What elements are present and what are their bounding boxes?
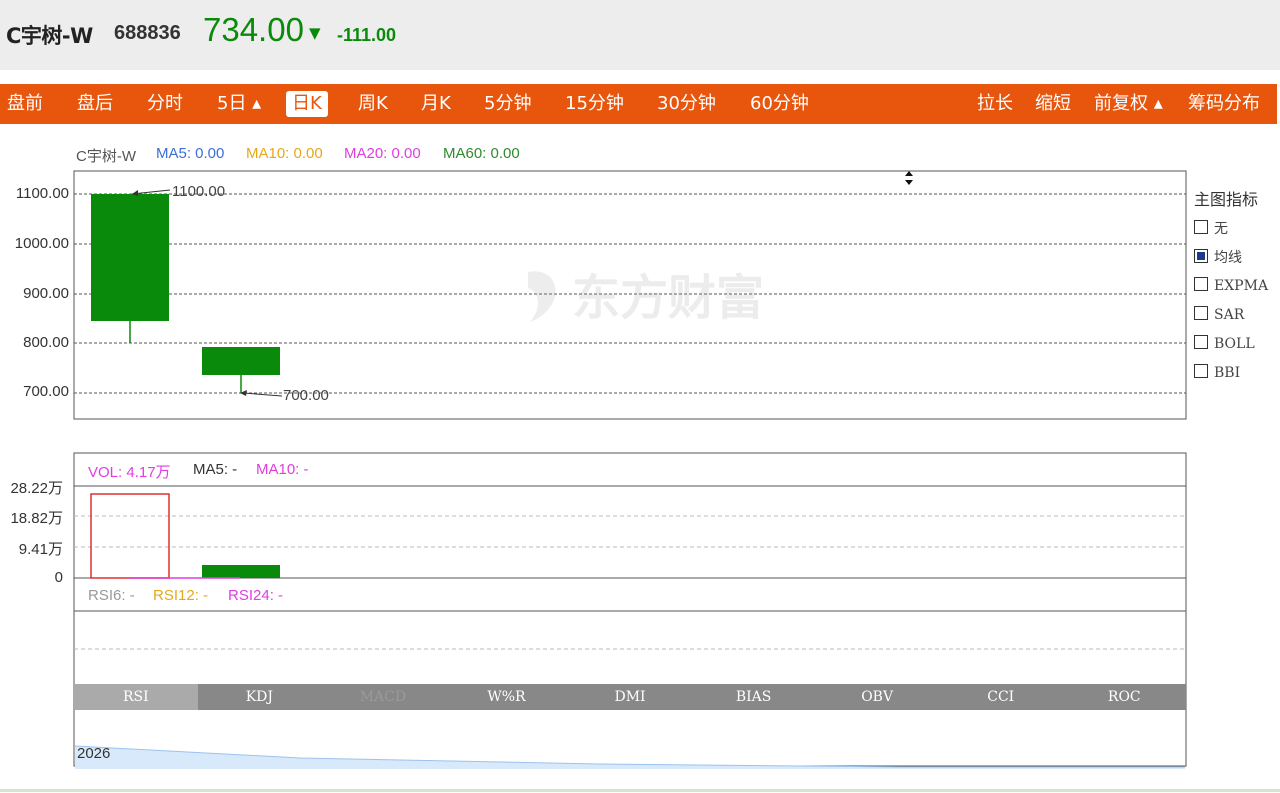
annotation-low: 700.00: [283, 387, 329, 404]
resize-cursor-icon: [905, 171, 913, 185]
tab-kdj[interactable]: KDJ: [198, 684, 322, 710]
vol-legend-ma10: MA10: -: [256, 461, 309, 478]
kline-chart-canvas[interactable]: 东方财富 1100.00 700.00: [0, 0, 1280, 793]
indicator-panel-title: 主图指标: [1194, 190, 1259, 209]
candle-bar: [91, 194, 169, 321]
tab-rsi[interactable]: RSI: [74, 684, 198, 710]
indicator-option-none[interactable]: 无: [1194, 218, 1228, 238]
vol-y-tick-label: 9.41万: [18, 541, 63, 558]
vol-y-tick-label: 0: [54, 569, 63, 586]
tab-roc[interactable]: ROC: [1063, 684, 1187, 710]
candle-bar: [202, 347, 280, 375]
volume-bar: [90, 493, 170, 579]
checkbox-icon: [1194, 220, 1208, 234]
bottom-divider: [0, 789, 1280, 792]
vol-y-tick-label: 28.22万: [10, 480, 63, 497]
checkbox-icon: [1194, 335, 1208, 349]
tab-wr[interactable]: W%R: [445, 684, 569, 710]
checkbox-checked-icon: [1194, 249, 1208, 263]
volume-bar: [202, 565, 280, 578]
indicator-tab-bar: RSI KDJ MACD W%R DMI BIAS OBV CCI ROC: [74, 684, 1186, 710]
rsi6-legend: RSI6: -: [88, 587, 135, 604]
tab-dmi[interactable]: DMI: [568, 684, 692, 710]
tab-obv[interactable]: OBV: [815, 684, 939, 710]
indicator-option-expma[interactable]: EXPMA: [1194, 277, 1268, 294]
indicator-option-boll[interactable]: BOLL: [1194, 335, 1255, 352]
vol-legend-ma5: MA5: -: [193, 461, 238, 478]
sub-chart-frame: [73, 452, 1187, 767]
rsi12-legend: RSI12: -: [153, 587, 209, 604]
indicator-option-bbi[interactable]: BBI: [1194, 364, 1240, 381]
indicator-option-sar[interactable]: SAR: [1194, 306, 1244, 323]
watermark-text: 东方财富: [572, 270, 764, 326]
tab-bias[interactable]: BIAS: [692, 684, 816, 710]
navigator-year-label: 2026: [77, 745, 111, 762]
vol-y-tick-label: 18.82万: [10, 510, 63, 527]
vol-legend-value: VOL: 4.17万: [88, 464, 171, 481]
rsi24-legend: RSI24: -: [228, 587, 284, 604]
checkbox-icon: [1194, 364, 1208, 378]
indicator-option-ma[interactable]: 均线: [1194, 247, 1242, 267]
checkbox-icon: [1194, 277, 1208, 291]
tab-cci[interactable]: CCI: [939, 684, 1063, 710]
checkbox-icon: [1194, 306, 1208, 320]
watermark-logo-icon: [528, 271, 556, 322]
tab-macd[interactable]: MACD: [321, 684, 445, 710]
annotation-high: 1100.00: [172, 183, 225, 200]
